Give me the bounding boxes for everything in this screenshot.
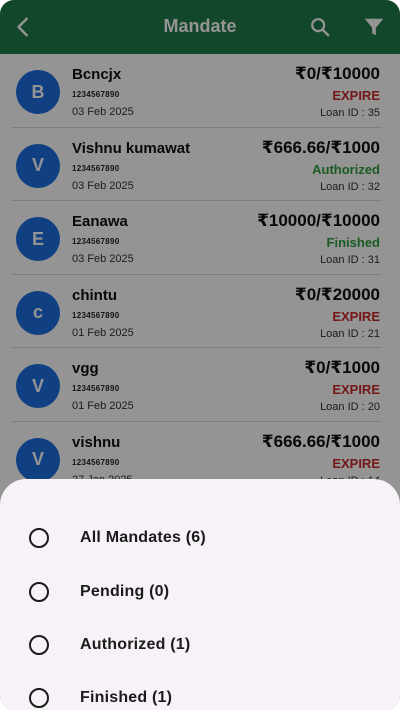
filter-option-label: Pending (0) xyxy=(80,583,170,600)
filter-option-finished[interactable]: Finished (1) xyxy=(0,676,400,710)
filter-option-pending[interactable]: Pending (0) xyxy=(0,570,400,614)
filter-bottom-sheet: All Mandates (6) Pending (0) Authorized … xyxy=(0,479,400,710)
filter-option-label: Authorized (1) xyxy=(80,636,191,653)
filter-option-authorized[interactable]: Authorized (1) xyxy=(0,623,400,667)
radio-button[interactable] xyxy=(29,582,49,602)
mandate-screen: Mandate B Bcncjx 1234567890 03 Feb 2025 … xyxy=(0,0,400,710)
radio-button[interactable] xyxy=(29,688,49,708)
radio-button[interactable] xyxy=(29,635,49,655)
radio-button[interactable] xyxy=(29,528,49,548)
filter-option-label: Finished (1) xyxy=(80,689,173,706)
filter-option-label: All Mandates (6) xyxy=(80,529,206,546)
filter-option-all[interactable]: All Mandates (6) xyxy=(0,516,400,560)
